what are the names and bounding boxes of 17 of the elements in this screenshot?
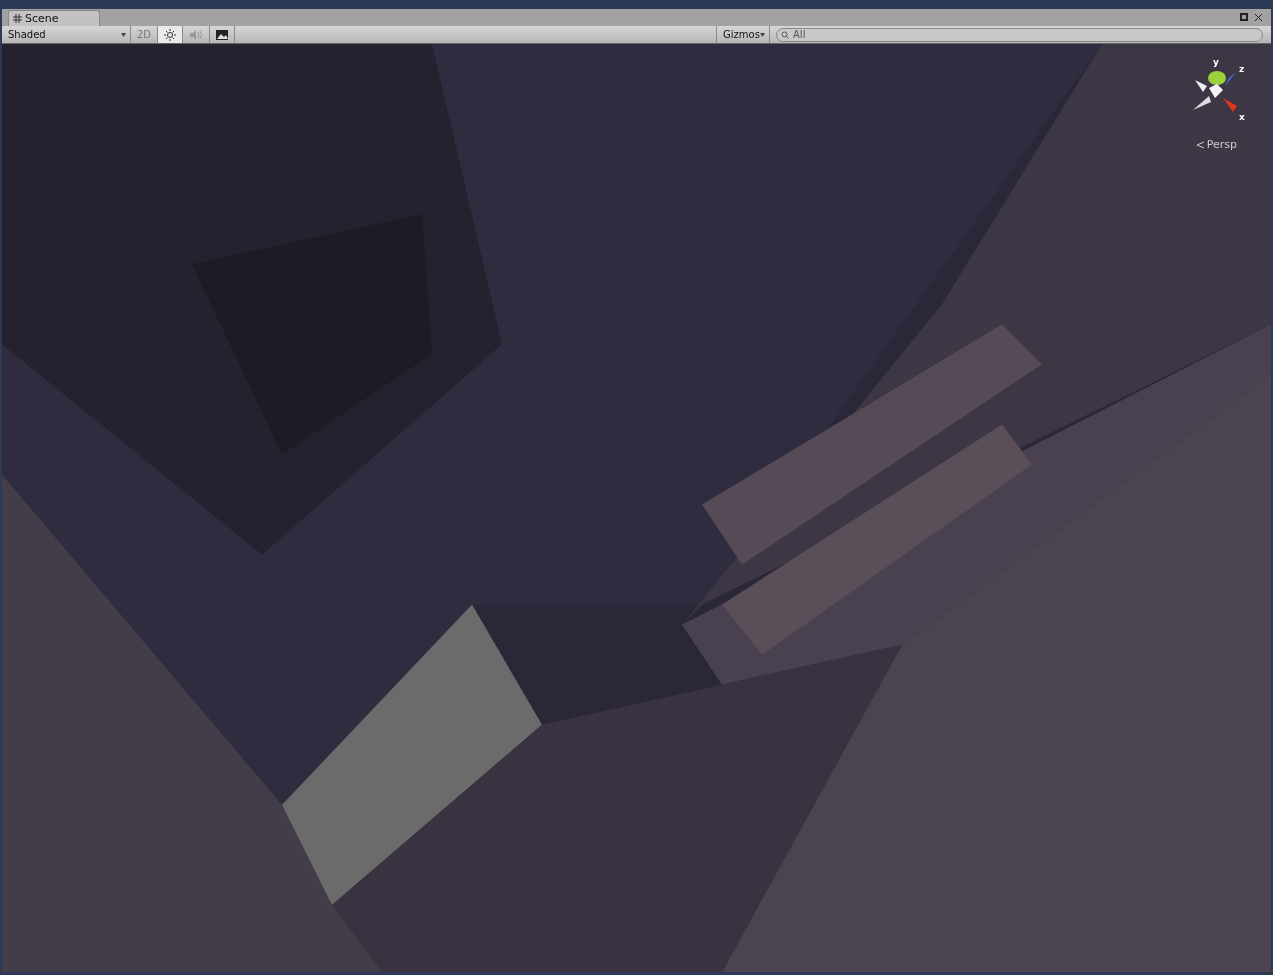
- scene-tab[interactable]: Scene: [8, 10, 100, 26]
- caret-icon: [121, 32, 126, 37]
- sun-icon: [164, 28, 177, 41]
- grid-icon: [13, 14, 22, 23]
- projection-label[interactable]: Persp: [1195, 138, 1237, 151]
- caret-icon: [760, 32, 766, 37]
- projection-text: Persp: [1206, 138, 1237, 151]
- gizmos-dropdown[interactable]: Gizmos: [716, 26, 771, 43]
- draw-mode-dropdown[interactable]: Shaded: [2, 26, 131, 43]
- image-icon: [216, 29, 229, 40]
- speaker-icon: [189, 29, 204, 40]
- light-toggle[interactable]: [158, 26, 184, 43]
- maximize-icon[interactable]: [1240, 13, 1248, 21]
- close-icon[interactable]: [1254, 13, 1263, 22]
- search-field[interactable]: All: [776, 27, 1263, 42]
- chevron-icon: [1195, 140, 1204, 149]
- axis-gizmo-drawing[interactable]: y z x: [1189, 56, 1251, 122]
